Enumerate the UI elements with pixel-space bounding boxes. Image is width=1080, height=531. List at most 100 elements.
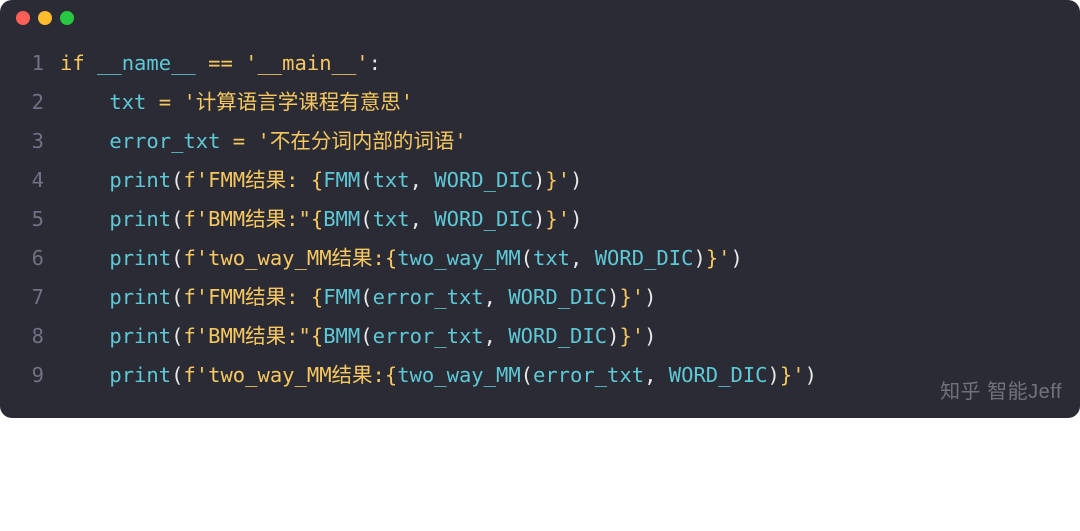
code-line: 8 print(f'BMM结果:"{BMM(error_txt, WORD_DI… — [0, 317, 1056, 356]
token: , — [484, 324, 509, 348]
token: = — [146, 90, 183, 114]
code-content: print(f'two_way_MM结果:{two_way_MM(txt, WO… — [60, 239, 1056, 278]
code-content: print(f'FMM结果: {FMM(error_txt, WORD_DIC)… — [60, 278, 1056, 317]
token: print — [109, 285, 171, 309]
token: f'BMM结果:" — [183, 207, 310, 231]
token: BMM — [323, 207, 360, 231]
code-line: 3 error_txt = '不在分词内部的词语' — [0, 122, 1056, 161]
line-number: 9 — [0, 356, 60, 395]
code-window: 1if __name__ == '__main__':2 txt = '计算语言… — [0, 0, 1080, 418]
code-content: txt = '计算语言学课程有意思' — [60, 83, 1056, 122]
token: '__main__' — [245, 51, 368, 75]
token: ' — [792, 363, 804, 387]
close-icon[interactable] — [16, 11, 30, 25]
minimize-icon[interactable] — [38, 11, 52, 25]
token: , — [644, 363, 669, 387]
line-number: 2 — [0, 83, 60, 122]
token: } — [545, 168, 557, 192]
token: ) — [693, 246, 705, 270]
token: = — [220, 129, 257, 153]
token: error_txt — [109, 129, 220, 153]
token: ) — [644, 324, 656, 348]
code-content: error_txt = '不在分词内部的词语' — [60, 122, 1056, 161]
code-content: print(f'FMM结果: {FMM(txt, WORD_DIC)}') — [60, 161, 1056, 200]
line-number: 4 — [0, 161, 60, 200]
token: ( — [360, 324, 372, 348]
token: ' — [558, 207, 570, 231]
token: ( — [171, 246, 183, 270]
token: ' — [558, 168, 570, 192]
token: , — [410, 207, 435, 231]
line-number: 6 — [0, 239, 60, 278]
token: if — [60, 51, 97, 75]
token: ( — [171, 363, 183, 387]
zoom-icon[interactable] — [60, 11, 74, 25]
line-number: 1 — [0, 44, 60, 83]
code-line: 6 print(f'two_way_MM结果:{two_way_MM(txt, … — [0, 239, 1056, 278]
token: ) — [731, 246, 743, 270]
token: WORD_DIC — [434, 168, 533, 192]
token: print — [109, 246, 171, 270]
token: ) — [644, 285, 656, 309]
token: txt — [373, 168, 410, 192]
token: ) — [607, 324, 619, 348]
token: == — [196, 51, 245, 75]
token: error_txt — [533, 363, 644, 387]
token: __name__ — [97, 51, 196, 75]
token: txt — [373, 207, 410, 231]
token: f'BMM结果:" — [183, 324, 310, 348]
line-number: 8 — [0, 317, 60, 356]
token: : — [369, 51, 381, 75]
token: ( — [171, 168, 183, 192]
token: txt — [109, 90, 146, 114]
token: two_way_MM — [397, 246, 520, 270]
code-line: 9 print(f'two_way_MM结果:{two_way_MM(error… — [0, 356, 1056, 395]
titlebar — [0, 0, 1080, 36]
token: { — [311, 207, 323, 231]
token: error_txt — [373, 324, 484, 348]
token: ) — [768, 363, 780, 387]
line-number: 5 — [0, 200, 60, 239]
token: WORD_DIC — [595, 246, 694, 270]
token: ) — [570, 207, 582, 231]
token: } — [706, 246, 718, 270]
token: , — [410, 168, 435, 192]
token: WORD_DIC — [508, 324, 607, 348]
token: txt — [533, 246, 570, 270]
token: ( — [171, 207, 183, 231]
code-area: 1if __name__ == '__main__':2 txt = '计算语言… — [0, 36, 1080, 418]
token: f'FMM结果: — [183, 168, 310, 192]
token: ' — [718, 246, 730, 270]
code-line: 2 txt = '计算语言学课程有意思' — [0, 83, 1056, 122]
token: } — [545, 207, 557, 231]
code-line: 4 print(f'FMM结果: {FMM(txt, WORD_DIC)}') — [0, 161, 1056, 200]
token: print — [109, 363, 171, 387]
code-content: print(f'two_way_MM结果:{two_way_MM(error_t… — [60, 356, 1056, 395]
token: print — [109, 168, 171, 192]
token: WORD_DIC — [508, 285, 607, 309]
token: ) — [570, 168, 582, 192]
token: , — [484, 285, 509, 309]
token: , — [570, 246, 595, 270]
token: } — [619, 324, 631, 348]
token: { — [311, 285, 323, 309]
token: print — [109, 207, 171, 231]
line-number: 7 — [0, 278, 60, 317]
token: FMM — [323, 168, 360, 192]
code-line: 1if __name__ == '__main__': — [0, 44, 1056, 83]
token: ) — [607, 285, 619, 309]
token: error_txt — [373, 285, 484, 309]
token: ) — [533, 207, 545, 231]
code-content: print(f'BMM结果:"{BMM(txt, WORD_DIC)}') — [60, 200, 1056, 239]
token: ( — [171, 285, 183, 309]
token: { — [385, 363, 397, 387]
token: WORD_DIC — [434, 207, 533, 231]
token: ( — [360, 207, 372, 231]
token: } — [780, 363, 792, 387]
token: } — [619, 285, 631, 309]
token: WORD_DIC — [669, 363, 768, 387]
token: { — [311, 324, 323, 348]
token: { — [311, 168, 323, 192]
token: f'two_way_MM结果: — [183, 246, 384, 270]
token: ) — [533, 168, 545, 192]
